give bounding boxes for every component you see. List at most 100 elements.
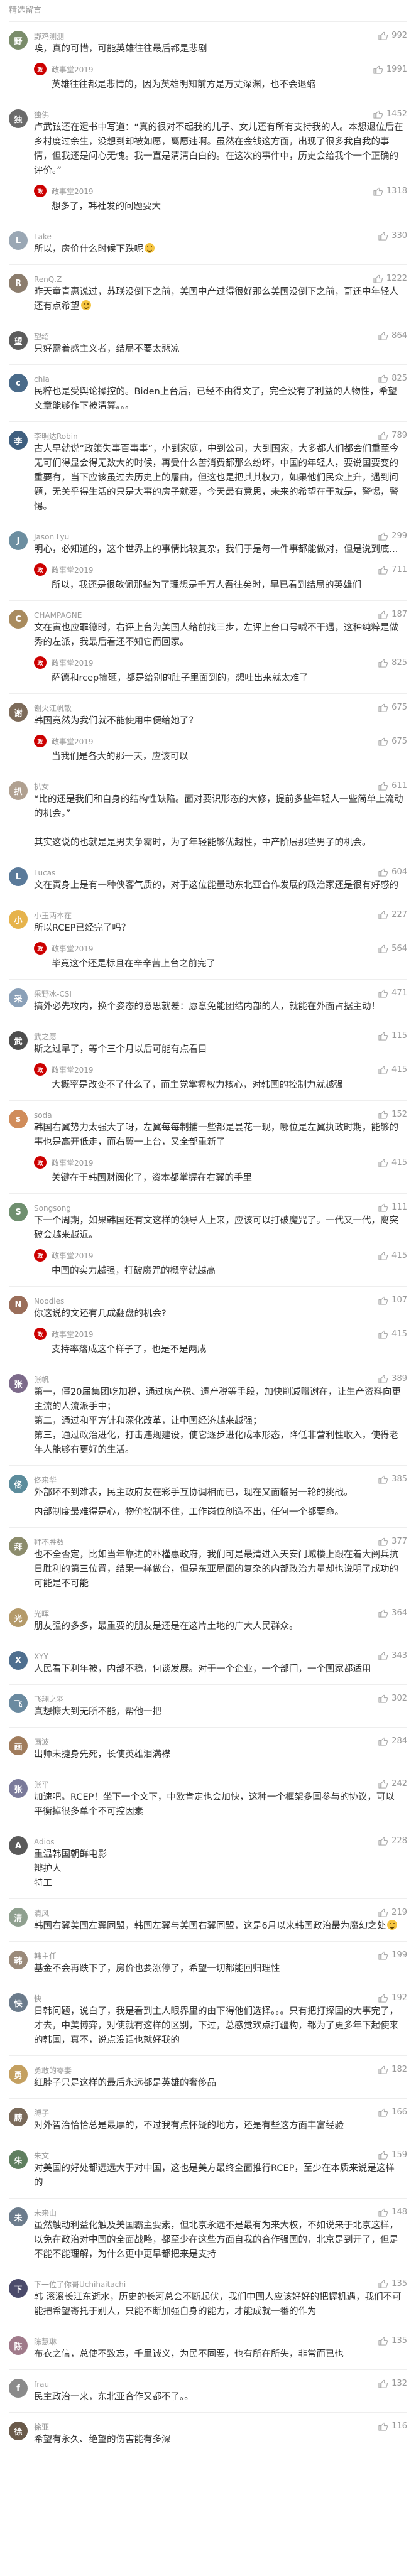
comment-username[interactable]: 光晖 [34, 1609, 378, 1619]
like-button[interactable]: 166 [378, 2108, 407, 2117]
reply-like-button[interactable]: 415 [378, 1251, 407, 1260]
reply-like-button[interactable]: 415 [378, 1329, 407, 1339]
avatar[interactable]: 野 [9, 31, 28, 50]
comment-username[interactable]: 膊子 [34, 2108, 378, 2118]
avatar[interactable]: 佟 [9, 1475, 28, 1493]
comment-username[interactable]: 画波 [34, 1737, 378, 1747]
comment-username[interactable]: 朱文 [34, 2151, 378, 2161]
comment-username[interactable]: 野鸡测测 [34, 31, 378, 41]
avatar[interactable]: 未 [9, 2207, 28, 2226]
comment-username[interactable]: 武之愿 [34, 1032, 378, 1042]
comment-username[interactable]: chia [34, 374, 378, 384]
avatar[interactable]: 下 [9, 2279, 28, 2298]
avatar[interactable]: 采 [9, 988, 28, 1007]
avatar[interactable]: 李 [9, 431, 28, 450]
like-button[interactable]: 152 [378, 1110, 407, 1119]
reply-like-button[interactable]: 711 [378, 565, 407, 575]
like-button[interactable]: 825 [378, 374, 407, 383]
like-button[interactable]: 107 [378, 1296, 407, 1305]
comment-username[interactable]: Songsong [34, 1203, 378, 1213]
avatar[interactable]: 张 [9, 1374, 28, 1393]
avatar[interactable]: 武 [9, 1031, 28, 1050]
like-button[interactable]: 228 [378, 1836, 407, 1846]
comment-username[interactable]: 佟来华 [34, 1475, 378, 1485]
comment-username[interactable]: 勇敢的零妻 [34, 2065, 378, 2075]
like-button[interactable]: 148 [378, 2207, 407, 2217]
avatar[interactable]: 勇 [9, 2065, 28, 2084]
reply-like-button[interactable]: 1991 [373, 65, 407, 74]
comment-username[interactable]: Lake [34, 232, 378, 242]
reply-like-button[interactable]: 415 [378, 1158, 407, 1167]
comment-username[interactable]: 快 [34, 1994, 378, 2004]
avatar[interactable]: 张 [9, 1779, 28, 1798]
comment-username[interactable]: frau [34, 2379, 378, 2389]
avatar[interactable]: 扒 [9, 781, 28, 800]
like-button[interactable]: 199 [378, 1951, 407, 1960]
like-button[interactable]: 675 [378, 703, 407, 712]
comment-username[interactable]: 韩主任 [34, 1951, 378, 1961]
avatar[interactable]: 快 [9, 1993, 28, 2012]
comment-username[interactable]: 小玉两本在 [34, 911, 378, 921]
like-button[interactable]: 611 [378, 781, 407, 791]
like-button[interactable]: 116 [378, 2422, 407, 2431]
comment-username[interactable]: 陈慧琳 [34, 2337, 378, 2347]
comment-username[interactable]: 望绍 [34, 332, 378, 342]
comment-username[interactable]: 清风 [34, 1908, 378, 1918]
like-button[interactable]: 471 [378, 988, 407, 998]
comment-username[interactable]: 张平 [34, 1780, 378, 1790]
avatar[interactable]: 飞 [9, 1694, 28, 1713]
avatar[interactable]: L [9, 867, 28, 886]
comment-username[interactable]: 独佛 [34, 110, 373, 120]
like-button[interactable]: 159 [378, 2150, 407, 2160]
like-button[interactable]: 377 [378, 1537, 407, 1546]
like-button[interactable]: 187 [378, 610, 407, 619]
like-button[interactable]: 242 [378, 1779, 407, 1789]
like-button[interactable]: 385 [378, 1475, 407, 1484]
avatar[interactable]: X [9, 1651, 28, 1670]
avatar[interactable]: f [9, 2379, 28, 2398]
like-button[interactable]: 389 [378, 1374, 407, 1383]
like-button[interactable]: 284 [378, 1736, 407, 1746]
reply-like-button[interactable]: 825 [378, 658, 407, 668]
like-button[interactable]: 992 [378, 31, 407, 40]
comment-username[interactable]: 飞翔之羽 [34, 1694, 378, 1704]
like-button[interactable]: 864 [378, 331, 407, 340]
like-button[interactable]: 299 [378, 531, 407, 541]
avatar[interactable]: 谢 [9, 703, 28, 722]
comment-username[interactable]: 徐亚 [34, 2422, 378, 2432]
comment-username[interactable]: 谢火江帆散 [34, 703, 378, 713]
avatar[interactable]: J [9, 531, 28, 550]
like-button[interactable]: 135 [378, 2279, 407, 2288]
comment-username[interactable]: Noodles [34, 1296, 378, 1306]
comment-username[interactable]: 扒女 [34, 782, 378, 792]
comment-username[interactable]: RenQ.Z [34, 274, 373, 284]
avatar[interactable]: 陈 [9, 2336, 28, 2355]
reply-like-button[interactable]: 675 [378, 737, 407, 746]
like-button[interactable]: 219 [378, 1908, 407, 1917]
comment-username[interactable]: soda [34, 1110, 378, 1120]
avatar[interactable]: 膊 [9, 2108, 28, 2126]
like-button[interactable]: 604 [378, 867, 407, 877]
avatar[interactable]: N [9, 1296, 28, 1314]
comment-username[interactable]: 拜不胜数 [34, 1537, 378, 1547]
like-button[interactable]: 302 [378, 1694, 407, 1703]
like-button[interactable]: 227 [378, 910, 407, 919]
like-button[interactable]: 1222 [373, 274, 407, 283]
avatar[interactable]: 光 [9, 1608, 28, 1627]
comment-username[interactable]: Jason Lyu [34, 532, 378, 542]
comment-username[interactable]: 采野冰-CSI [34, 989, 378, 999]
avatar[interactable]: c [9, 374, 28, 392]
comment-username[interactable]: CHAMPAGNE [34, 610, 378, 620]
like-button[interactable]: 789 [378, 431, 407, 440]
avatar[interactable]: 小 [9, 910, 28, 929]
avatar[interactable]: 望 [9, 331, 28, 350]
avatar[interactable]: A [9, 1836, 28, 1855]
avatar[interactable]: 画 [9, 1736, 28, 1755]
comment-username[interactable]: 下一位了你哥Uchihaitachi [34, 2280, 378, 2290]
reply-like-button[interactable]: 564 [378, 944, 407, 953]
like-button[interactable]: 115 [378, 1031, 407, 1041]
avatar[interactable]: 拜 [9, 1537, 28, 1556]
comment-username[interactable]: 李明达Robin [34, 431, 378, 441]
reply-like-button[interactable]: 415 [378, 1065, 407, 1074]
avatar[interactable]: 独 [9, 109, 28, 128]
